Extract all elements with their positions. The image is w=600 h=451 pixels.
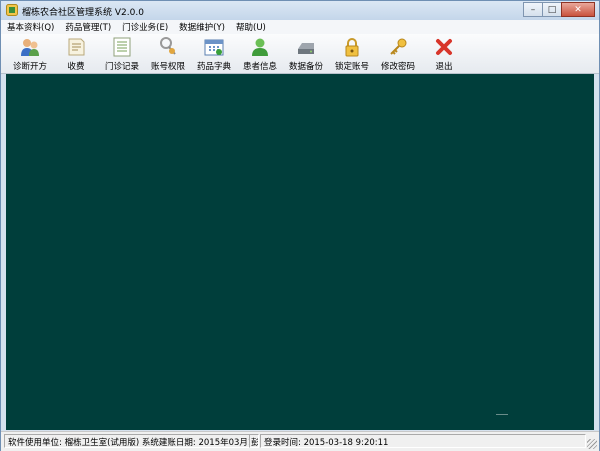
maximize-icon: □: [547, 4, 557, 15]
data-backup-button[interactable]: 数据备份: [284, 36, 328, 72]
charge-button[interactable]: 收费: [54, 36, 98, 72]
lock-account-label: 锁定账号: [334, 62, 369, 72]
data-backup-label: 数据备份: [288, 62, 323, 72]
key-icon: [390, 38, 407, 55]
change-password-button[interactable]: 修改密码: [376, 36, 420, 72]
status-extra: 彭: [249, 434, 259, 448]
doctor-icon: [21, 39, 39, 56]
status-build-date: 系统建账日期: 2015年03月18日: [141, 438, 249, 448]
menu-help[interactable]: 帮助(U): [230, 21, 271, 33]
notepad-icon: [68, 38, 85, 56]
menu-drug-management[interactable]: 药品管理(T): [59, 21, 116, 33]
records-label: 门诊记录: [104, 62, 139, 72]
records-icon: [113, 37, 131, 57]
status-unit: 软件使用单位: 榴栋卫生室(试用版) 系统建账日期: 2015年03月18日: [4, 434, 250, 448]
exit-icon: [436, 39, 452, 55]
menu-basic-data[interactable]: 基本资料(Q): [1, 21, 59, 33]
toolbar: 诊断开方 收费 门诊记录 账号权限 药品字典 患者信息 数据备份 锁定账号 修改…: [1, 34, 599, 74]
app-window: 榴栋农合社区管理系统 V2.0.0 – □ ✕ 基本资料(Q) 药品管理(T) …: [0, 0, 600, 451]
status-unit-text: 软件使用单位: 榴栋卫生室(试用版): [8, 438, 140, 448]
main-workspace: [6, 74, 594, 430]
maximize-button[interactable]: □: [542, 2, 562, 17]
diagnose-label: 诊断开方: [12, 62, 47, 72]
window-title: 榴栋农合社区管理系统 V2.0.0: [22, 8, 144, 18]
menu-bar: 基本资料(Q) 药品管理(T) 门诊业务(E) 数据维护(Y) 帮助(U): [1, 20, 599, 34]
patient-info-label: 患者信息: [242, 62, 277, 72]
exit-label: 退出: [435, 62, 453, 72]
app-icon: [6, 4, 18, 16]
key-person-icon: [160, 37, 176, 55]
patient-info-button[interactable]: 患者信息: [238, 36, 282, 72]
person-icon: [252, 38, 268, 56]
account-permission-button[interactable]: 账号权限: [146, 36, 190, 72]
account-permission-label: 账号权限: [150, 62, 185, 72]
menu-data-maintenance[interactable]: 数据维护(Y): [173, 21, 230, 33]
lock-account-button[interactable]: 锁定账号: [330, 36, 374, 72]
minimize-button[interactable]: –: [523, 2, 543, 17]
minimize-icon: –: [530, 4, 536, 15]
calendar-icon: [204, 39, 224, 56]
menu-outpatient[interactable]: 门诊业务(E): [116, 21, 173, 33]
disk-icon: [298, 43, 314, 54]
drug-dictionary-button[interactable]: 药品字典: [192, 36, 236, 72]
exit-button[interactable]: 退出: [422, 36, 466, 72]
workspace-mark: [496, 414, 508, 415]
close-button[interactable]: ✕: [561, 2, 595, 17]
drug-dictionary-label: 药品字典: [196, 62, 231, 72]
lock-icon: [345, 38, 359, 57]
charge-label: 收费: [67, 62, 85, 72]
diagnose-button[interactable]: 诊断开方: [8, 36, 52, 72]
change-password-label: 修改密码: [380, 62, 415, 72]
records-button[interactable]: 门诊记录: [100, 36, 144, 72]
resize-grip[interactable]: [587, 439, 597, 449]
status-login-time: 登录时间: 2015-03-18 9:20:11: [260, 434, 586, 448]
close-icon: ✕: [574, 4, 582, 15]
title-bar[interactable]: 榴栋农合社区管理系统 V2.0.0 – □ ✕: [1, 1, 599, 20]
status-bar: 软件使用单位: 榴栋卫生室(试用版) 系统建账日期: 2015年03月18日 彭…: [1, 431, 599, 451]
